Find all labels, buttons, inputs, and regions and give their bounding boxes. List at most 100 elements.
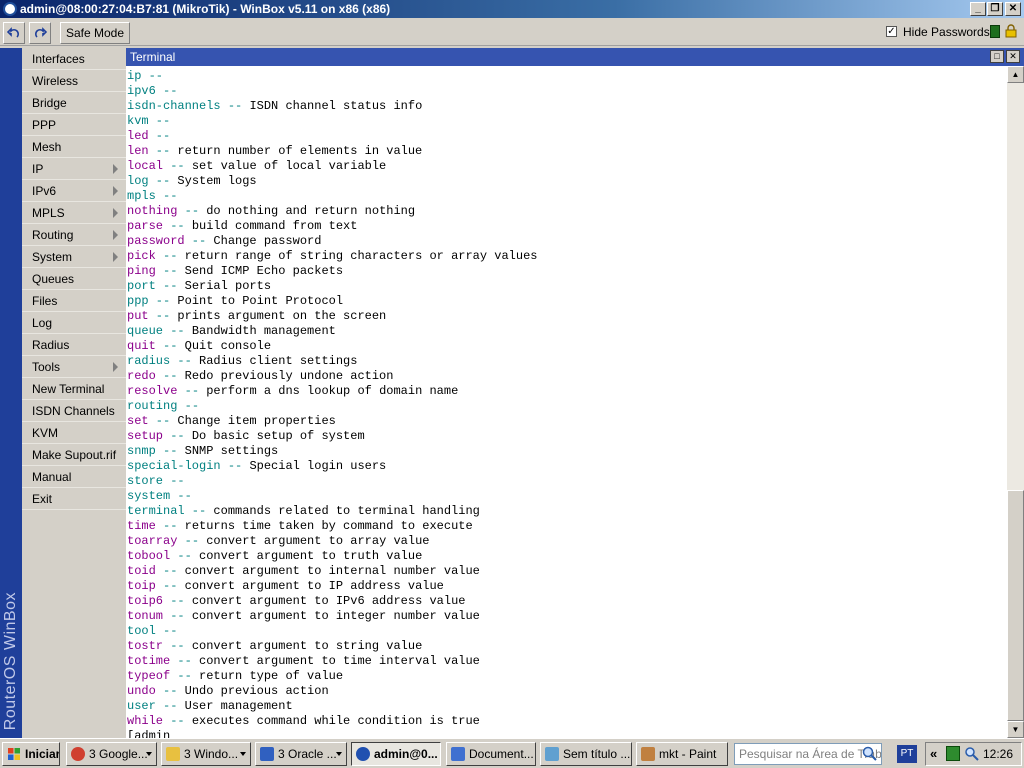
terminal-separator: -- xyxy=(148,309,178,323)
terminal-separator: -- xyxy=(163,429,192,443)
minimize-button[interactable]: _ xyxy=(970,2,986,16)
sidebar-item-interfaces[interactable]: Interfaces xyxy=(22,48,126,70)
language-indicator[interactable]: PT xyxy=(897,745,917,763)
terminal-separator: -- xyxy=(155,279,185,293)
winbox-icon xyxy=(356,747,370,761)
close-button[interactable]: ✕ xyxy=(1005,2,1021,16)
sidebar-item-mpls[interactable]: MPLS xyxy=(22,202,126,224)
tray-expand-icon[interactable]: « xyxy=(930,746,937,761)
taskbar-button-label: 3 Windo... xyxy=(184,747,239,761)
terminal-command: toip6 xyxy=(127,594,164,608)
desktop-search-input[interactable]: Pesquisar na Área de Trabalho xyxy=(734,743,882,765)
terminal-command: toip xyxy=(127,579,156,593)
terminal-line: user -- User management xyxy=(127,699,537,714)
terminal-line: tool -- xyxy=(127,624,537,639)
tray-search-icon[interactable] xyxy=(964,746,980,762)
terminal-command: led xyxy=(127,129,149,143)
redo-button[interactable] xyxy=(29,22,51,44)
terminal-command: pick xyxy=(127,249,156,263)
terminal-separator: -- xyxy=(148,144,178,158)
taskbar-button[interactable]: Document... xyxy=(446,742,536,766)
terminal-line: password -- Change password xyxy=(127,234,537,249)
terminal-description: return number of elements in value xyxy=(177,144,423,158)
sidebar-item-new-terminal[interactable]: New Terminal xyxy=(22,378,126,400)
sidebar-item-kvm[interactable]: KVM xyxy=(22,422,126,444)
terminal-description: return range of string characters or arr… xyxy=(184,249,538,263)
start-button[interactable]: Iniciar xyxy=(2,742,60,766)
terminal-command: ip xyxy=(127,69,142,83)
restore-button[interactable]: ❐ xyxy=(987,2,1003,16)
tray-app-icon[interactable] xyxy=(946,746,960,761)
terminal-description: set value of local variable xyxy=(191,159,387,173)
terminal-description: Change item properties xyxy=(177,414,336,428)
terminal-description: Serial ports xyxy=(184,279,272,293)
taskbar-button[interactable]: Sem título ... xyxy=(540,742,632,766)
window-titlebar[interactable]: admin@08:00:27:04:B7:81 (MikroTik) - Win… xyxy=(0,0,1024,18)
terminal-line: tobool -- convert argument to truth valu… xyxy=(127,549,537,564)
hide-passwords-checkbox[interactable]: ✓ xyxy=(886,26,897,37)
sidebar-item-wireless[interactable]: Wireless xyxy=(22,70,126,92)
terminal-line: terminal -- commands related to terminal… xyxy=(127,504,537,519)
terminal-separator: -- xyxy=(148,414,178,428)
brand-label: RouterOS WinBox xyxy=(2,591,19,730)
terminal-prompt: [admin xyxy=(127,729,171,738)
terminal-line: len -- return number of elements in valu… xyxy=(127,144,537,159)
terminal-scrollbar[interactable]: ▲ ▼ xyxy=(1007,66,1024,738)
close-terminal-button[interactable]: ✕ xyxy=(1006,50,1020,63)
scroll-up-button[interactable]: ▲ xyxy=(1007,66,1024,83)
scroll-down-button[interactable]: ▼ xyxy=(1007,721,1024,738)
sidebar-item-queues[interactable]: Queues xyxy=(22,268,126,290)
terminal-separator: -- xyxy=(148,129,178,143)
sidebar-item-system[interactable]: System xyxy=(22,246,126,268)
sidebar-item-radius[interactable]: Radius xyxy=(22,334,126,356)
chevron-down-icon xyxy=(240,752,246,756)
terminal-separator: -- xyxy=(155,624,185,638)
taskbar-button[interactable]: 3 Windo... xyxy=(161,742,251,766)
toolbar: Safe Mode ✓ Hide Passwords xyxy=(0,18,1024,46)
sidebar-item-exit[interactable]: Exit xyxy=(22,488,126,510)
submenu-arrow-icon xyxy=(113,230,118,240)
taskbar-button[interactable]: mkt - Paint xyxy=(636,742,728,766)
sidebar-item-make-supout-rif[interactable]: Make Supout.rif xyxy=(22,444,126,466)
terminal-output[interactable]: ip -- ipv6 -- isdn-channels -- ISDN chan… xyxy=(126,66,1007,738)
terminal-separator: -- xyxy=(177,384,207,398)
sidebar-item-isdn-channels[interactable]: ISDN Channels xyxy=(22,400,126,422)
undo-button[interactable] xyxy=(3,22,25,44)
search-icon[interactable] xyxy=(862,746,878,762)
folder-icon xyxy=(166,747,180,761)
sidebar-item-label: Exit xyxy=(32,492,53,506)
terminal-command: system xyxy=(127,489,171,503)
terminal-description: return type of value xyxy=(199,669,344,683)
maximize-terminal-button[interactable]: □ xyxy=(990,50,1004,63)
sidebar-item-routing[interactable]: Routing xyxy=(22,224,126,246)
terminal-separator: -- xyxy=(177,399,207,413)
taskbar-button[interactable]: 3 Oracle ... xyxy=(255,742,347,766)
sidebar-item-bridge[interactable]: Bridge xyxy=(22,92,126,114)
sidebar-item-ipv6[interactable]: IPv6 xyxy=(22,180,126,202)
terminal-line: port -- Serial ports xyxy=(127,279,537,294)
taskbar-button[interactable]: admin@0... xyxy=(351,742,441,766)
sidebar-item-files[interactable]: Files xyxy=(22,290,126,312)
terminal-line: tostr -- convert argument to string valu… xyxy=(127,639,537,654)
sidebar-item-label: Interfaces xyxy=(32,52,85,66)
terminal-description: executes command while condition is true xyxy=(191,714,480,728)
terminal-description: build command from text xyxy=(191,219,358,233)
lock-icon xyxy=(1005,24,1017,38)
scroll-thumb[interactable] xyxy=(1007,490,1024,721)
sidebar-item-manual[interactable]: Manual xyxy=(22,466,126,488)
safe-mode-button[interactable]: Safe Mode xyxy=(60,22,130,44)
sidebar-item-log[interactable]: Log xyxy=(22,312,126,334)
terminal-header[interactable]: Terminal □ ✕ xyxy=(126,48,1024,66)
terminal-separator: -- xyxy=(170,549,200,563)
sidebar-item-ip[interactable]: IP xyxy=(22,158,126,180)
terminal-description: convert argument to IPv6 address value xyxy=(191,594,466,608)
sidebar-item-ppp[interactable]: PPP xyxy=(22,114,126,136)
sidebar-item-label: KVM xyxy=(32,426,59,440)
terminal-command: toarray xyxy=(127,534,178,548)
terminal-command: redo xyxy=(127,369,156,383)
taskbar-button[interactable]: 3 Google... xyxy=(66,742,157,766)
terminal-command: resolve xyxy=(127,384,178,398)
terminal-separator: -- xyxy=(184,504,214,518)
sidebar-item-tools[interactable]: Tools xyxy=(22,356,126,378)
sidebar-item-mesh[interactable]: Mesh xyxy=(22,136,126,158)
